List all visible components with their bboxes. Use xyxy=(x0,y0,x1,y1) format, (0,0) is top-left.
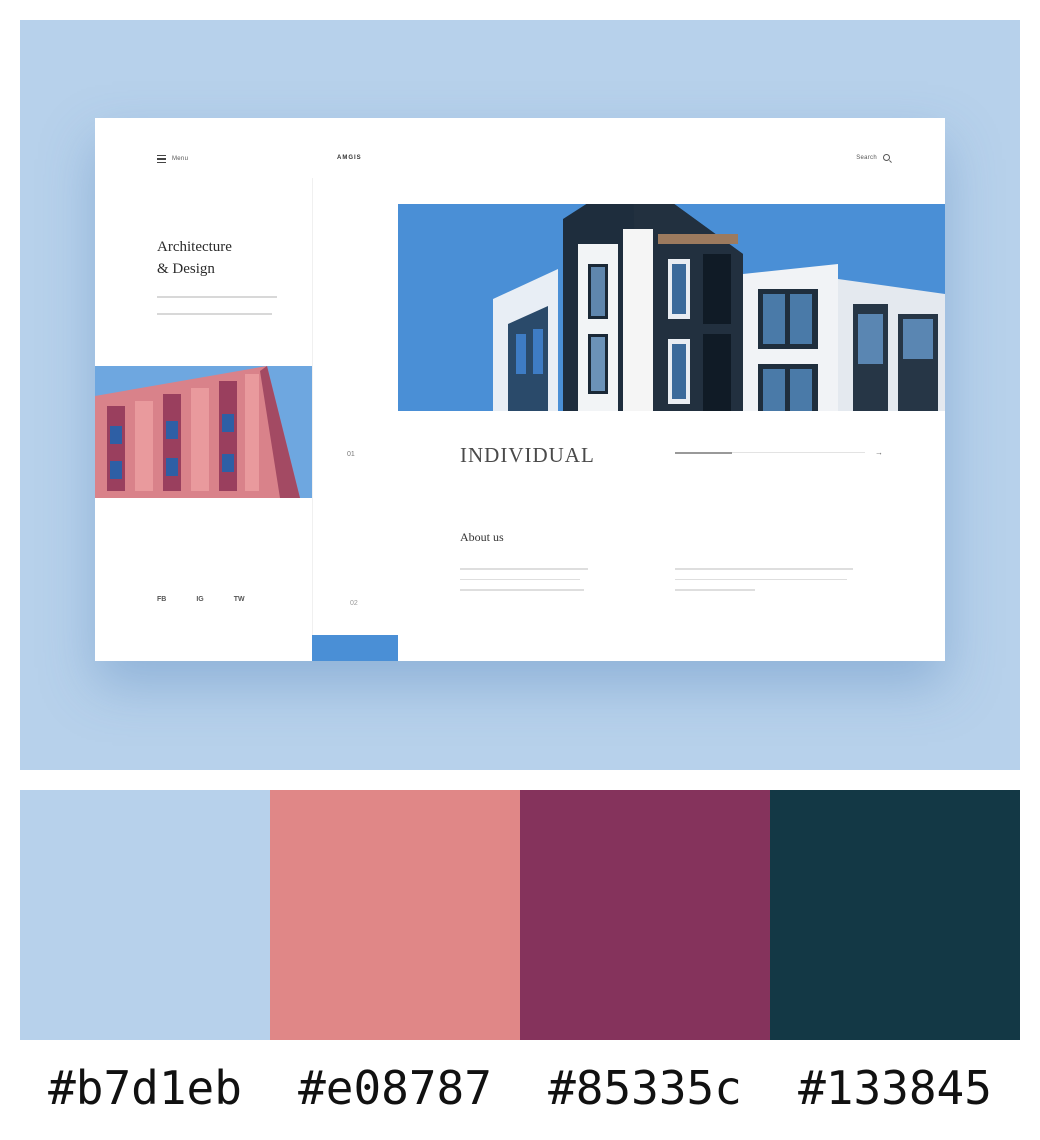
swatch-label: #e08787 xyxy=(298,1061,492,1115)
text-line xyxy=(460,578,580,580)
color-palette xyxy=(20,790,1020,1040)
swatch-plum xyxy=(520,790,770,1040)
swatch-dark-teal xyxy=(770,790,1020,1040)
search-icon xyxy=(883,154,890,161)
search-label: Search xyxy=(856,154,877,161)
about-text-column-2 xyxy=(675,568,855,600)
accent-bar xyxy=(312,635,398,661)
swatch-label: #b7d1eb xyxy=(48,1061,242,1115)
social-links: FB IG TW xyxy=(157,596,245,603)
palette-labels: #b7d1eb #e08787 #85335c #133845 xyxy=(20,1058,1020,1118)
swatch-salmon xyxy=(270,790,520,1040)
text-line xyxy=(157,313,272,315)
hamburger-icon xyxy=(157,155,166,163)
social-link-facebook[interactable]: FB xyxy=(157,596,166,603)
swatch-label: #133845 xyxy=(798,1061,992,1115)
next-arrow-icon[interactable]: → xyxy=(875,448,883,457)
swatch-light-blue xyxy=(20,790,270,1040)
building-illustration xyxy=(398,204,945,411)
design-preview: Menu AMGIS Search Architecture & Design xyxy=(20,20,1020,770)
hero-title-line-2: & Design xyxy=(157,261,215,277)
menu-button[interactable]: Menu xyxy=(157,155,188,163)
swatch-label: #85335c xyxy=(548,1061,742,1115)
slider-progress-track[interactable] xyxy=(675,451,865,454)
slide-index-bottom: 02 xyxy=(350,600,358,607)
hero-building-image xyxy=(398,204,945,411)
hero-title: Architecture & Design xyxy=(157,236,307,280)
website-mockup: Menu AMGIS Search Architecture & Design xyxy=(95,118,945,661)
slider-progress-fill xyxy=(675,451,732,454)
secondary-building-image xyxy=(95,366,312,498)
about-text-column-1 xyxy=(460,568,590,600)
social-link-twitter[interactable]: TW xyxy=(234,596,245,603)
hero-description-placeholder xyxy=(157,296,282,330)
social-link-instagram[interactable]: IG xyxy=(196,596,203,603)
site-logo[interactable]: AMGIS xyxy=(337,155,362,161)
menu-label: Menu xyxy=(172,156,189,162)
hero-title-line-1: Architecture xyxy=(157,239,232,255)
top-navigation: Menu AMGIS Search xyxy=(95,118,945,178)
text-line xyxy=(460,568,588,570)
slide-index: 01 xyxy=(347,451,355,458)
text-line xyxy=(675,589,755,591)
about-title: About us xyxy=(460,530,504,544)
search-button[interactable]: Search xyxy=(856,154,890,161)
text-line xyxy=(675,578,847,580)
column-divider xyxy=(312,178,313,661)
text-line xyxy=(157,296,277,298)
facade-illustration xyxy=(95,366,312,498)
text-line xyxy=(460,589,584,591)
slide-heading: INDIVIDUAL xyxy=(460,443,595,467)
text-line xyxy=(675,568,853,570)
